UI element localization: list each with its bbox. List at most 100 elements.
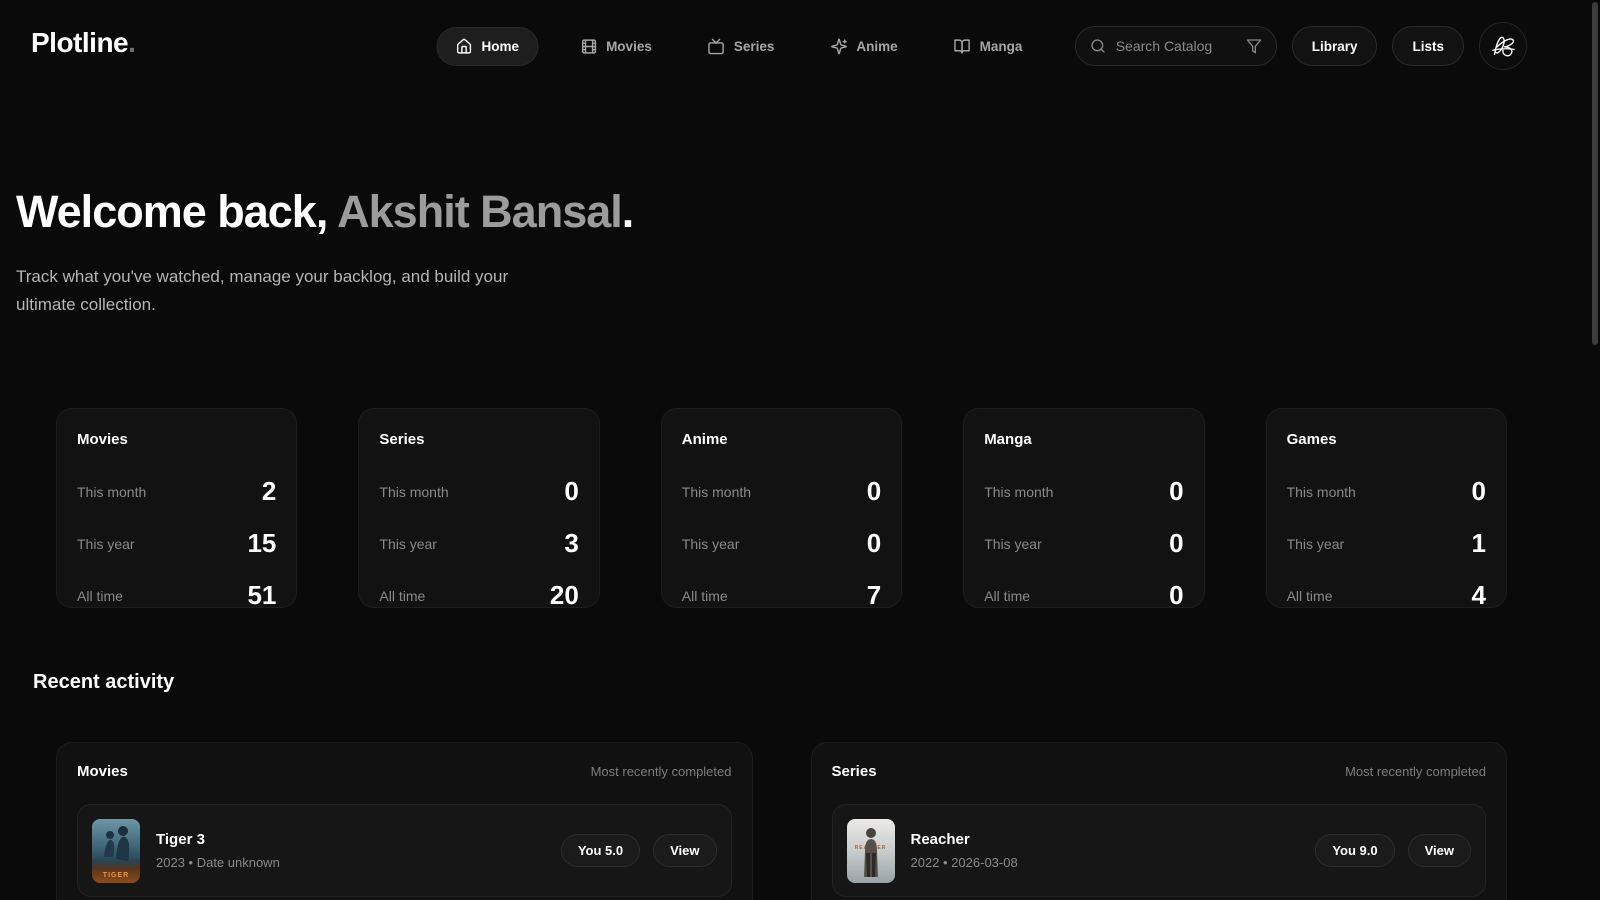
stat-label: This month: [682, 484, 751, 500]
stat-value: 3: [564, 528, 578, 559]
nav-item-manga[interactable]: Manga: [940, 28, 1037, 65]
search-box[interactable]: [1075, 26, 1277, 66]
nav-item-anime[interactable]: Anime: [816, 28, 911, 65]
stat-value: 0: [867, 476, 881, 507]
recent-card-title: Movies: [77, 763, 128, 780]
home-icon: [456, 38, 473, 55]
user-rating-badge: You 9.0: [1315, 834, 1394, 867]
stat-label: All time: [984, 588, 1030, 604]
nav-item-home[interactable]: Home: [437, 27, 539, 66]
brand-dot: .: [128, 27, 135, 58]
stat-value: 0: [1169, 476, 1183, 507]
period: .: [622, 186, 634, 237]
stat-value: 0: [1169, 580, 1183, 611]
nav-label: Series: [734, 39, 775, 54]
stat-row: This month 0: [984, 476, 1183, 507]
lists-button[interactable]: Lists: [1392, 26, 1464, 66]
stat-card-title: Manga: [984, 431, 1183, 448]
header-right: Library Lists: [1075, 22, 1527, 70]
stat-value: 4: [1472, 580, 1486, 611]
stat-label: This year: [77, 536, 135, 552]
page-title: Welcome back, Akshit Bansal.: [16, 186, 1584, 238]
media-row-tiger-3[interactable]: TIGER Tiger 3 2023 • Date unknown You 5.…: [77, 804, 732, 897]
stat-value: 1: [1472, 528, 1486, 559]
media-row-reacher[interactable]: REACHER Reacher 2022 • 2026-03-08 You 9.…: [832, 804, 1487, 897]
stat-label: This year: [984, 536, 1042, 552]
media-text: Tiger 3 2023 • Date unknown: [156, 831, 280, 870]
main-nav: Home Movies Series Anime Manga: [437, 26, 1164, 66]
media-subtitle: 2023 • Date unknown: [156, 855, 280, 870]
nav-label: Manga: [980, 39, 1023, 54]
stat-card-movies: Movies This month2 This year15 All time5…: [56, 408, 297, 608]
stat-card-anime: Anime This month 0 This year 0 All time7: [661, 408, 902, 608]
monogram-icon: [1486, 29, 1520, 63]
brand-logo[interactable]: Plotline.: [31, 27, 135, 59]
search-input[interactable]: [1116, 38, 1236, 54]
stat-label: All time: [77, 588, 123, 604]
media-subtitle: 2022 • 2026-03-08: [911, 855, 1018, 870]
stat-label: This month: [1287, 484, 1356, 500]
recent-card-movies: Movies Most recently completed TIGER Tig…: [56, 742, 753, 900]
sparkles-icon: [830, 38, 847, 55]
media-title: Reacher: [911, 831, 1018, 848]
hero-section: Welcome back, Akshit Bansal. Track what …: [0, 186, 1600, 319]
stat-label: This year: [1287, 536, 1345, 552]
stat-row: All time7: [682, 580, 881, 611]
filter-icon[interactable]: [1246, 38, 1262, 54]
stat-row: This year 3: [379, 528, 578, 559]
stat-label: All time: [682, 588, 728, 604]
nav-label: Home: [482, 39, 520, 54]
stat-row: This month 0: [1287, 476, 1486, 507]
brand-name: Plotline: [31, 27, 128, 58]
user-name: Akshit Bansal: [337, 186, 622, 237]
stat-row: This month 0: [682, 476, 881, 507]
stat-label: This year: [379, 536, 437, 552]
recent-card-header: Series Most recently completed: [832, 763, 1487, 780]
stat-row: All time4: [1287, 580, 1486, 611]
stat-value: 0: [1472, 476, 1486, 507]
stat-card-games: Games This month 0 This year 1 All time4: [1266, 408, 1507, 608]
recent-activity-heading: Recent activity: [33, 671, 1600, 694]
stats-row: Movies This month2 This year15 All time5…: [56, 408, 1507, 608]
greeting-text: Welcome back,: [16, 186, 337, 237]
stat-card-title: Series: [379, 431, 578, 448]
stat-card-title: Games: [1287, 431, 1486, 448]
stat-card-title: Anime: [682, 431, 881, 448]
recent-card-meta: Most recently completed: [1345, 764, 1486, 779]
stat-row: All time 51: [77, 580, 276, 611]
library-button[interactable]: Library: [1292, 26, 1378, 66]
book-open-icon: [954, 38, 971, 55]
user-rating-badge: You 5.0: [561, 834, 640, 867]
poster-thumbnail: TIGER: [92, 819, 140, 883]
stat-label: This year: [682, 536, 740, 552]
stat-value: 0: [867, 528, 881, 559]
search-icon: [1090, 38, 1106, 54]
tv-icon: [708, 38, 725, 55]
poster-thumbnail: REACHER: [847, 819, 895, 883]
stat-row: All time 0: [984, 580, 1183, 611]
stat-label: All time: [379, 588, 425, 604]
stat-row: This month0: [379, 476, 578, 507]
media-title: Tiger 3: [156, 831, 280, 848]
recent-activity-grid: Movies Most recently completed TIGER Tig…: [56, 742, 1507, 900]
avatar[interactable]: [1479, 22, 1527, 70]
header: Plotline. Home Movies Series Anime: [0, 0, 1600, 92]
view-button[interactable]: View: [1408, 834, 1471, 867]
stat-label: This month: [77, 484, 146, 500]
stat-value: 0: [1169, 528, 1183, 559]
recent-card-series: Series Most recently completed REACHER R…: [811, 742, 1508, 900]
media-text: Reacher 2022 • 2026-03-08: [911, 831, 1018, 870]
stat-value: 51: [247, 580, 276, 611]
scrollbar[interactable]: [1592, 2, 1598, 345]
stat-label: This month: [984, 484, 1053, 500]
stat-row: This year 0: [682, 528, 881, 559]
recent-card-meta: Most recently completed: [591, 764, 732, 779]
stat-row: This year 0: [984, 528, 1183, 559]
nav-item-movies[interactable]: Movies: [566, 28, 666, 65]
recent-card-header: Movies Most recently completed: [77, 763, 732, 780]
nav-label: Movies: [606, 39, 652, 54]
nav-item-series[interactable]: Series: [694, 28, 789, 65]
stat-row: This year15: [77, 528, 276, 559]
view-button[interactable]: View: [653, 834, 716, 867]
nav-label: Anime: [856, 39, 897, 54]
